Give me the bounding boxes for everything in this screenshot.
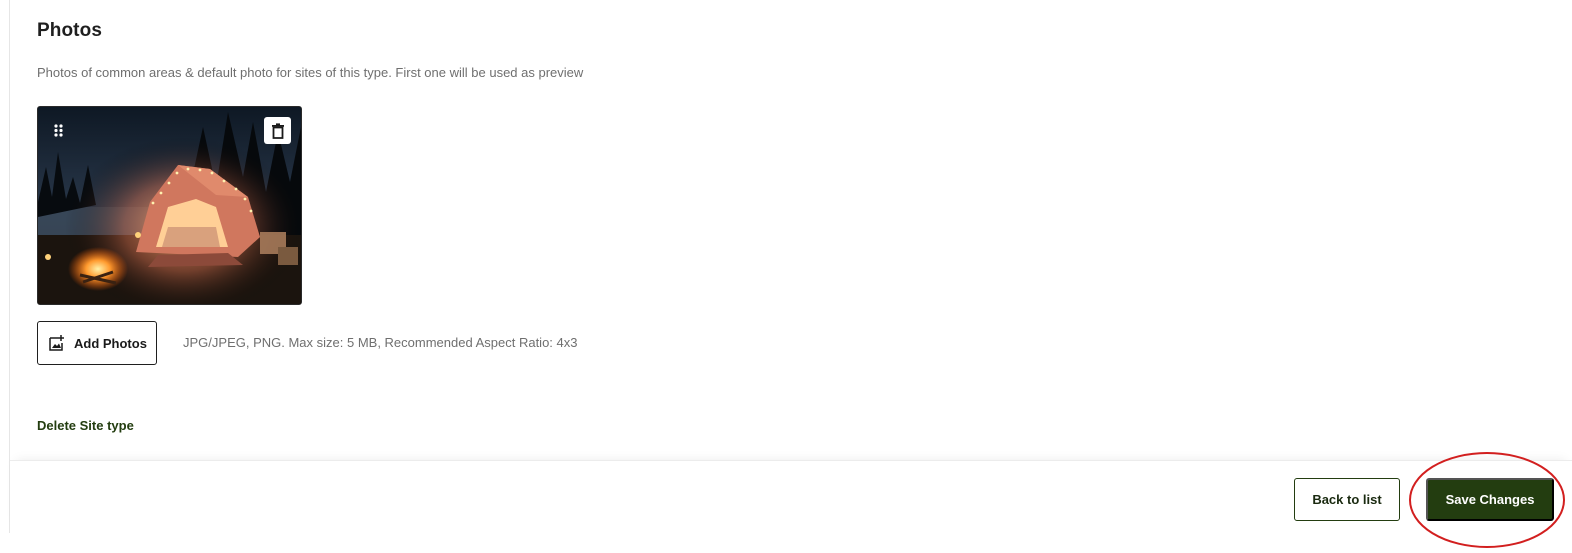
delete-site-type-link[interactable]: Delete Site type [37, 418, 134, 433]
section-description: Photos of common areas & default photo f… [37, 65, 584, 80]
save-changes-button[interactable]: Save Changes [1426, 478, 1554, 521]
delete-photo-button[interactable] [264, 117, 291, 144]
trash-icon [271, 122, 284, 139]
add-image-icon [49, 335, 64, 351]
add-photos-button[interactable]: Add Photos [37, 321, 157, 365]
content-left-border [9, 0, 10, 533]
back-to-list-button[interactable]: Back to list [1294, 478, 1400, 521]
tent-photo-image [38, 107, 301, 304]
section-title: Photos [37, 20, 102, 41]
add-photos-label: Add Photos [74, 335, 147, 351]
upload-hint-text: JPG/JPEG, PNG. Max size: 5 MB, Recommend… [183, 335, 578, 350]
drag-handle-icon[interactable] [52, 122, 66, 138]
photo-thumbnail[interactable] [37, 106, 302, 305]
